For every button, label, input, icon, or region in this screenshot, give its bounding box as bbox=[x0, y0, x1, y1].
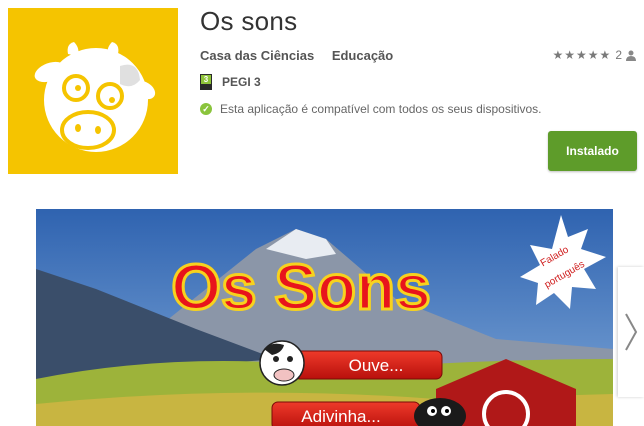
pegi-icon: 3 bbox=[200, 74, 212, 90]
check-icon: ✓ bbox=[200, 103, 212, 115]
cow-icon bbox=[8, 8, 178, 174]
next-screenshot-button[interactable] bbox=[618, 267, 644, 397]
content-rating: 3 PEGI 3 bbox=[200, 74, 261, 90]
app-icon bbox=[8, 8, 178, 174]
compatibility-notice: ✓ Esta aplicação é compatível com todos … bbox=[200, 102, 542, 116]
app-screenshot[interactable]: Os Sons Falado português Ouve... Adivinh… bbox=[36, 209, 613, 426]
developer-link[interactable]: Casa das Ciências bbox=[200, 48, 314, 63]
game-title: Os Sons bbox=[171, 251, 431, 323]
pegi-number: 3 bbox=[201, 75, 211, 84]
listen-label: Ouve... bbox=[349, 356, 404, 375]
pegi-label: PEGI 3 bbox=[222, 75, 261, 89]
screenshot-image: Os Sons Falado português Ouve... Adivinh… bbox=[36, 209, 613, 426]
compat-text: Esta aplicação é compatível com todos os… bbox=[220, 102, 542, 116]
rating: ★★★★★ 2 bbox=[553, 48, 636, 62]
rating-count: 2 bbox=[615, 48, 622, 62]
app-title: Os sons bbox=[200, 6, 298, 36]
person-icon bbox=[626, 50, 636, 61]
star-icon: ★★★★★ bbox=[552, 48, 612, 62]
category-link[interactable]: Educação bbox=[332, 48, 393, 63]
guess-label: Adivinha... bbox=[301, 407, 380, 426]
chevron-right-icon bbox=[625, 313, 638, 351]
installed-button[interactable]: Instalado bbox=[548, 131, 637, 171]
app-meta: Casa das Ciências Educação bbox=[200, 48, 407, 63]
